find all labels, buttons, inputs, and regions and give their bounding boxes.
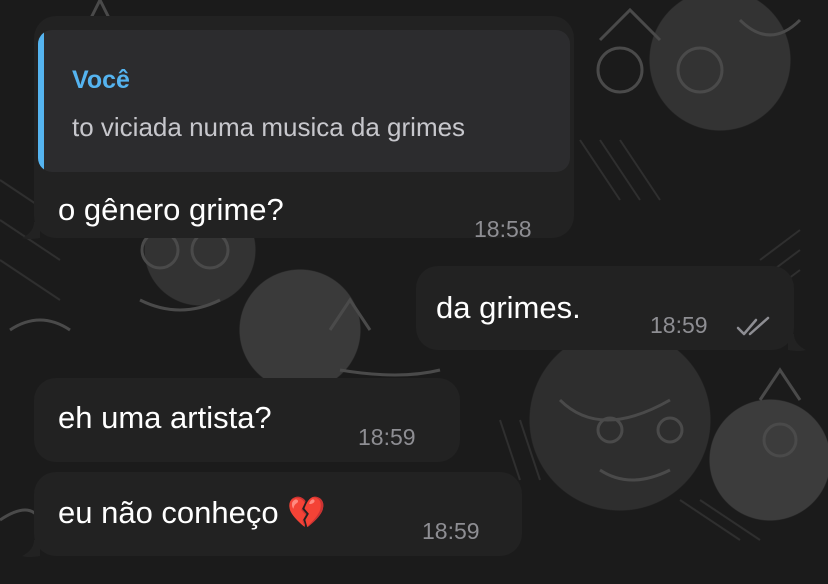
- bubble-tail: [788, 334, 806, 351]
- reply-quote[interactable]: Você to viciada numa musica da grimes: [38, 30, 570, 172]
- bubble-tail: [22, 222, 40, 239]
- reply-text: to viciada numa musica da grimes: [72, 112, 466, 142]
- message-text: eh uma artista?: [58, 400, 272, 435]
- reply-accent-bar: [38, 30, 44, 172]
- message-timestamp: 18:58: [474, 216, 532, 242]
- message-timestamp: 18:59: [422, 518, 480, 544]
- reply-author: Você: [72, 66, 130, 94]
- message-text: da grimes.: [436, 290, 581, 325]
- message-timestamp: 18:59: [358, 424, 416, 450]
- message-text: o gênero grime?: [58, 192, 284, 227]
- double-check-icon: [736, 316, 770, 336]
- message-bubble-incoming[interactable]: Você to viciada numa musica da grimes o …: [34, 16, 574, 242]
- message-timestamp: 18:59: [650, 312, 708, 338]
- message-bubble-outgoing[interactable]: da grimes. 18:59: [416, 266, 794, 350]
- message-text: eu não conheço 💔: [58, 495, 326, 530]
- message-bubble-incoming[interactable]: eu não conheço 💔 18:59: [34, 472, 522, 556]
- message-bubble-incoming[interactable]: eh uma artista? 18:59: [34, 378, 460, 462]
- bubble-tail: [22, 540, 40, 557]
